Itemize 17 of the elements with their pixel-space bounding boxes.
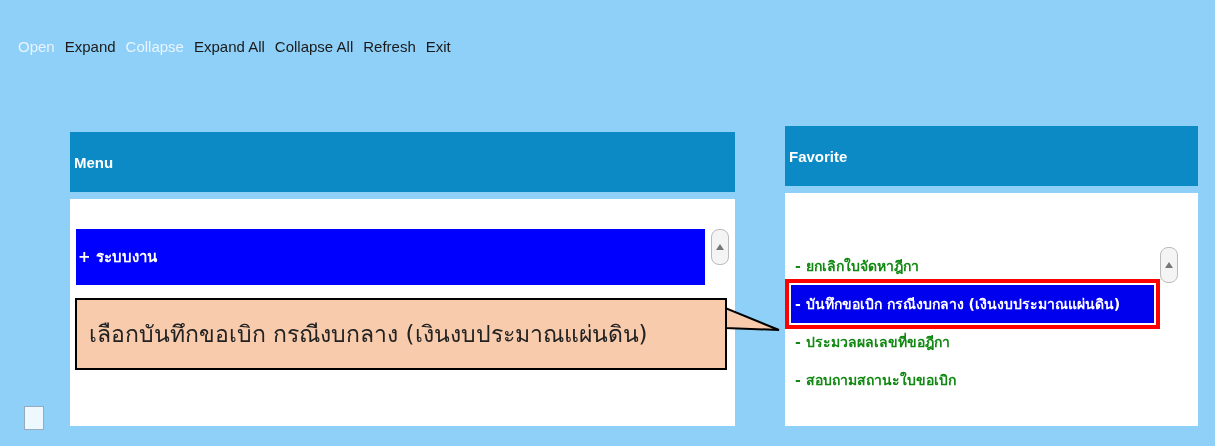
panel-title: Menu — [70, 132, 735, 199]
panel-toggle-button[interactable] — [24, 406, 44, 430]
favorite-item[interactable]: - สอบถามสถานะใบขอเบิก — [791, 361, 1154, 399]
toolbar-button[interactable]: Collapse All — [274, 26, 354, 66]
favorite-item[interactable]: - ยกเลิกใบจัดหาฎีกา — [791, 247, 1154, 285]
toolbar-button[interactable]: Exit — [425, 26, 451, 66]
panel-title: Favorite — [785, 126, 1198, 193]
toolbar-button[interactable]: Refresh — [363, 26, 416, 66]
up-arrow-icon — [716, 244, 724, 250]
toolbar-button[interactable]: Expand — [64, 26, 116, 66]
favorite-item[interactable]: - ประมวลผลเลขที่ขอฎีกา — [791, 323, 1154, 361]
scroll-up-button[interactable] — [711, 229, 729, 265]
scroll-up-button[interactable] — [1160, 247, 1178, 283]
up-arrow-icon — [1165, 262, 1173, 268]
callout-text: เลือกบันทึกขอเบิก กรณีงบกลาง (เงินงบประมาณแผ่นดิน) — [75, 298, 727, 370]
toolbar-button[interactable]: Expand All — [193, 26, 265, 66]
menu-item[interactable]: + ระบบงาน — [76, 229, 705, 285]
